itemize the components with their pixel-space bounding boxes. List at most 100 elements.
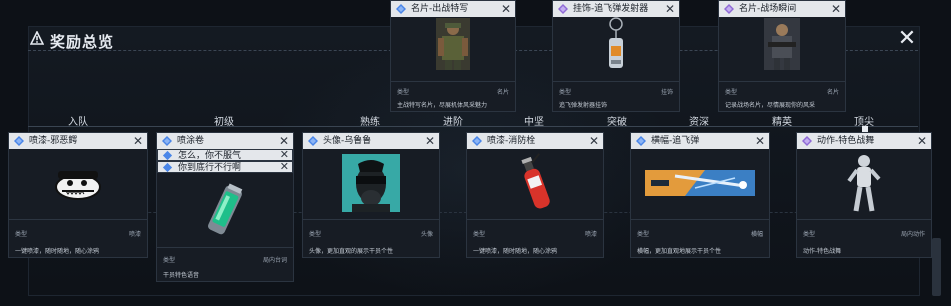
card-divider (553, 81, 679, 82)
card-description: 一键喷漆，随时随地，随心涂鸦 (473, 248, 558, 255)
card-type-row: 类型 名片 (397, 89, 509, 96)
card-title: 喷漆-消防栓 (487, 136, 536, 146)
card-description: 记录战场名片，尽情展现你的风采 (725, 102, 816, 109)
reward-card-banner[interactable]: 横幅-追飞弹 ✕ 类型 横幅 横幅，更加直观地展示干员个性 (630, 132, 770, 258)
card-description: 横幅，更加直观地展示干员个性 (637, 248, 722, 255)
level-label-2: 初级 (214, 117, 234, 128)
close-icon[interactable]: ✕ (830, 1, 842, 17)
card-title: 横幅-追飞弹 (651, 136, 700, 146)
reward-card-pendant[interactable]: 挂饰-追飞弹发射器 ✕ 类型 挂饰 追飞弹发射器挂饰 (552, 0, 680, 112)
card-header: 头像-乌鲁鲁 ✕ (303, 133, 439, 149)
card-title: 喷涂卷 (177, 136, 205, 146)
close-icon[interactable]: ✕ (500, 1, 512, 17)
card-divider (719, 81, 845, 82)
card-title: 挂饰-追飞弹发射器 (573, 4, 649, 14)
level-label-8: 精英 (772, 117, 792, 128)
reward-card-voice-stack[interactable]: 喷涂卷 ✕ 怎么，你不服气 ✕ 你到底行不行啊 ✕ 类型 局内台词 干员特色语音 (156, 132, 294, 282)
level-label-1: 入队 (68, 117, 88, 128)
voice-line-header[interactable]: 怎么，你不服气 ✕ (157, 149, 293, 161)
card-header: 喷漆-消防栓 ✕ (467, 133, 603, 149)
card-type-row: 类型 横幅 (637, 231, 763, 238)
card-divider (797, 219, 931, 220)
reward-card-spray-1[interactable]: 喷漆-邪恶鳄 ✕ 类型 喷漆 一键喷漆，随时随地，随心涂鸦 (8, 132, 148, 258)
warning-triangle-icon (30, 31, 44, 45)
reward-card-name-card-2[interactable]: 名片-战场瞬间 ✕ 类型 名片 记录战场名片，尽情展现你的风采 (718, 0, 846, 112)
card-header: 横幅-追飞弹 ✕ (631, 133, 769, 149)
reward-card-spray-2[interactable]: 喷漆-消防栓 ✕ 类型 喷漆 一键喷漆，随时随地，随心涂鸦 (466, 132, 604, 258)
card-type-row: 类型 头像 (309, 231, 433, 238)
diamond-icon (558, 4, 568, 14)
level-label-3: 熟练 (360, 117, 380, 128)
diamond-icon (396, 4, 406, 14)
level-label-9: 顶尖 (854, 117, 874, 128)
soldier-action-icon (764, 18, 800, 70)
diamond-icon (162, 162, 173, 173)
card-divider (9, 219, 147, 220)
card-header: 动作-特色战舞 ✕ (797, 133, 931, 149)
card-preview (303, 149, 439, 217)
card-title: 名片-战场瞬间 (739, 4, 797, 14)
level-label-5: 中坚 (524, 117, 544, 128)
close-icon[interactable]: ✕ (280, 161, 289, 173)
reward-card-emote[interactable]: 动作-特色战舞 ✕ 类型 局内动作 动作-特色战舞 (796, 132, 932, 258)
level-label-6: 突破 (607, 117, 627, 128)
close-icon[interactable]: ✕ (916, 133, 928, 149)
crocodile-spray-icon (55, 171, 101, 200)
missile-banner-icon (645, 170, 755, 196)
diamond-icon (162, 136, 172, 146)
card-header: 名片-出战特写 ✕ (391, 1, 515, 17)
level-label-7: 资深 (689, 117, 709, 128)
close-icon[interactable]: ✕ (424, 133, 436, 149)
diamond-icon (724, 4, 734, 14)
card-type-row: 类型 局内台词 (163, 257, 287, 264)
card-preview (9, 149, 147, 217)
scrollbar[interactable] (932, 238, 941, 296)
canister-icon (208, 183, 243, 235)
card-type-row: 类型 喷漆 (15, 231, 141, 238)
close-icon[interactable]: ✕ (588, 133, 600, 149)
card-divider (467, 219, 603, 220)
card-type-row: 类型 名片 (725, 89, 839, 96)
diamond-icon (636, 136, 646, 146)
card-type-row: 类型 挂饰 (559, 89, 673, 96)
close-icon[interactable]: ✕ (132, 133, 144, 149)
level-label-4: 进阶 (443, 117, 463, 128)
card-header: 喷漆-邪恶鳄 ✕ (9, 133, 147, 149)
card-description: 头像，更加直观的展示干员个性 (309, 248, 394, 255)
avatar-portrait-icon (342, 154, 400, 212)
card-description: 动作-特色战舞 (803, 248, 842, 255)
card-header: 名片-战场瞬间 ✕ (719, 1, 845, 17)
diamond-icon (162, 150, 173, 161)
card-description: 一键喷漆，随时随地，随心涂鸦 (15, 248, 100, 255)
close-button[interactable]: ✕ (897, 28, 917, 50)
diamond-icon (14, 136, 24, 146)
card-type-row: 类型 局内动作 (803, 231, 925, 238)
card-preview (719, 17, 845, 71)
card-divider (157, 247, 293, 248)
card-title: 名片-出战特写 (411, 4, 469, 14)
card-description: 追飞弹发射器挂饰 (559, 102, 608, 109)
card-description: 主战特写名片，尽展机体风采魅力 (397, 102, 488, 109)
reward-card-avatar[interactable]: 头像-乌鲁鲁 ✕ 类型 头像 头像，更加直观的展示干员个性 (302, 132, 440, 258)
card-divider (303, 219, 439, 220)
card-header: 挂饰-追飞弹发射器 ✕ (553, 1, 679, 17)
card-type-row: 类型 喷漆 (473, 231, 597, 238)
close-icon[interactable]: ✕ (754, 133, 766, 149)
close-icon[interactable]: ✕ (664, 1, 676, 17)
reward-card-name-card-1[interactable]: 名片-出战特写 ✕ 类型 名片 主战特写名片，尽展机体风采魅力 (390, 0, 516, 112)
card-divider (391, 81, 515, 82)
card-preview (391, 17, 515, 71)
page-title: 奖励总览 (50, 33, 115, 51)
card-preview (467, 149, 603, 217)
fire-extinguisher-icon (521, 153, 550, 209)
card-preview (553, 17, 679, 71)
dancing-figure-icon (847, 155, 881, 212)
card-header: 喷涂卷 ✕ (157, 133, 293, 149)
voice-line-header[interactable]: 你到底行不行啊 ✕ (157, 161, 293, 173)
card-description: 干员特色语音 (163, 272, 200, 279)
card-title: 动作-特色战舞 (817, 136, 875, 146)
diamond-icon (308, 136, 318, 146)
pendant-icon (609, 17, 623, 68)
card-preview (157, 175, 293, 245)
close-icon[interactable]: ✕ (278, 133, 290, 149)
